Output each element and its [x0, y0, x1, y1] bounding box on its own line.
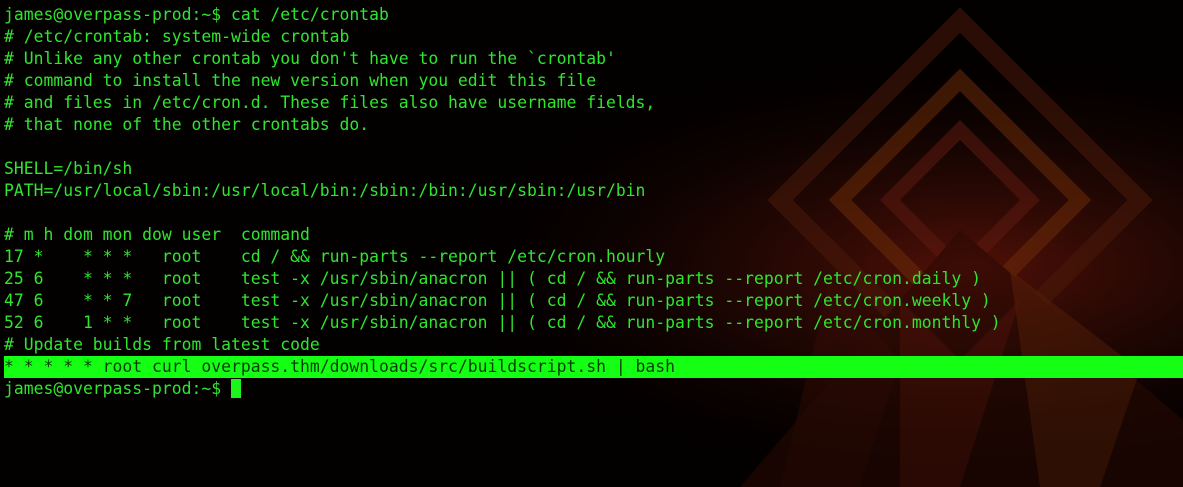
cron-job-line: 52 6 1 * * root test -x /usr/sbin/anacro… [4, 313, 1001, 332]
prompt-line[interactable]: james@overpass-prod:~$ [4, 378, 1183, 400]
highlighted-cron-job-line[interactable]: * * * * * root curl overpass.thm/downloa… [4, 356, 1183, 378]
shell-variable-line: SHELL=/bin/sh [4, 159, 133, 178]
path-variable-line: PATH=/usr/local/sbin:/usr/local/bin:/sbi… [4, 181, 646, 200]
terminal-output: james@overpass-prod:~$ cat /etc/crontab … [4, 4, 1183, 400]
crontab-comment-line: # and files in /etc/cron.d. These files … [4, 93, 656, 112]
crontab-comment-line: # that none of the other crontabs do. [4, 115, 370, 134]
cron-job-line: 17 * * * * root cd / && run-parts --repo… [4, 247, 666, 266]
crontab-comment-line: # Unlike any other crontab you don't hav… [4, 49, 616, 68]
crontab-comment-line: # Update builds from latest code [4, 335, 320, 354]
cron-job-line: 25 6 * * * root test -x /usr/sbin/anacro… [4, 269, 981, 288]
text-cursor [230, 379, 241, 398]
crontab-header-line: # m h dom mon dow user command [4, 225, 310, 244]
cron-job-line: 47 6 * * 7 root test -x /usr/sbin/anacro… [4, 291, 991, 310]
crontab-comment-line: # command to install the new version whe… [4, 71, 597, 90]
crontab-comment-line: # /etc/crontab: system-wide crontab [4, 27, 350, 46]
shell-prompt: james@overpass-prod:~$ [4, 379, 231, 398]
command-line: james@overpass-prod:~$ cat /etc/crontab [4, 5, 389, 24]
terminal-window[interactable]: james@overpass-prod:~$ cat /etc/crontab … [0, 0, 1183, 487]
